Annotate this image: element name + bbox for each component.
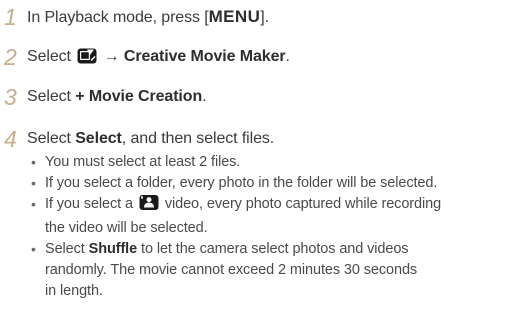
step-number: 1 [4, 4, 17, 30]
step-1: 1 In Playback mode, press [MENU]. [0, 6, 520, 29]
bullet-text: If you select a folder, every photo in t… [45, 175, 438, 191]
step-3: 3 Select + Movie Creation. [0, 84, 520, 110]
bullet-text-part: randomly. The movie cannot exceed 2 minu… [45, 262, 418, 278]
bullet-dot: • [31, 241, 36, 257]
step-text-part: ]. [260, 9, 269, 26]
step-2: 2 Select → Creative Movie Maker. [0, 46, 520, 71]
menu-key: MENU [208, 7, 261, 26]
step-text-part: Select [27, 88, 71, 105]
bullet-text: You must select at least 2 files. [45, 154, 241, 170]
step-number: 4 [4, 126, 17, 152]
bullet-bold-text: Shuffle [88, 241, 138, 257]
bullet-text-part: in length. [45, 283, 103, 299]
list-item: • If you select a folder, every photo in… [0, 173, 520, 194]
video-person-icon [139, 194, 159, 218]
bullet-text-part: the video will be selected. [45, 220, 208, 236]
step-text-part: . [285, 48, 290, 65]
bullet-text: If you select a video, every photo captu… [45, 194, 442, 236]
list-item: • You must select at least 2 files. [0, 152, 520, 173]
step-text: Select Select, and then select files. [27, 130, 274, 147]
bullet-dot: • [31, 154, 36, 170]
step-number: 2 [4, 44, 17, 70]
step-bold-text: Select [75, 130, 122, 147]
list-item: • Select Shuffle to let the camera selec… [0, 239, 520, 302]
bullet-text: Select Shuffle to let the camera select … [45, 241, 417, 299]
list-item: • If you select a video, every photo cap… [0, 194, 520, 239]
bullet-text-part: video, every photo captured while record… [164, 196, 442, 212]
bullet-dot: • [31, 196, 36, 212]
arrow-glyph: → [103, 48, 120, 65]
step-text-part: . [202, 88, 207, 105]
bullet-text-part: Select [45, 241, 85, 257]
bullet-list: • You must select at least 2 files. • If… [0, 152, 520, 302]
step-text-part: , and then select files. [121, 130, 275, 147]
step-bold-text: Creative Movie Maker [123, 48, 286, 65]
step-text: In Playback mode, press [MENU]. [27, 7, 269, 26]
step-number: 3 [4, 84, 17, 110]
step-text-part: Select [27, 48, 71, 65]
step-text: Select + Movie Creation. [27, 88, 207, 105]
creative-movie-icon [77, 47, 97, 71]
bullet-text-part: If you select a [45, 196, 133, 212]
step-text-part: Select [27, 130, 71, 147]
bullet-text-part: to let the camera select photos and vide… [141, 241, 409, 257]
step-text: Select → Creative Movie Maker. [27, 48, 290, 65]
step-bold-text: + Movie Creation [75, 88, 203, 105]
step-4: 4 Select Select, and then select files. [0, 126, 520, 152]
step-text-part: In Playback mode, press [ [27, 9, 209, 26]
bullet-dot: • [31, 175, 36, 191]
